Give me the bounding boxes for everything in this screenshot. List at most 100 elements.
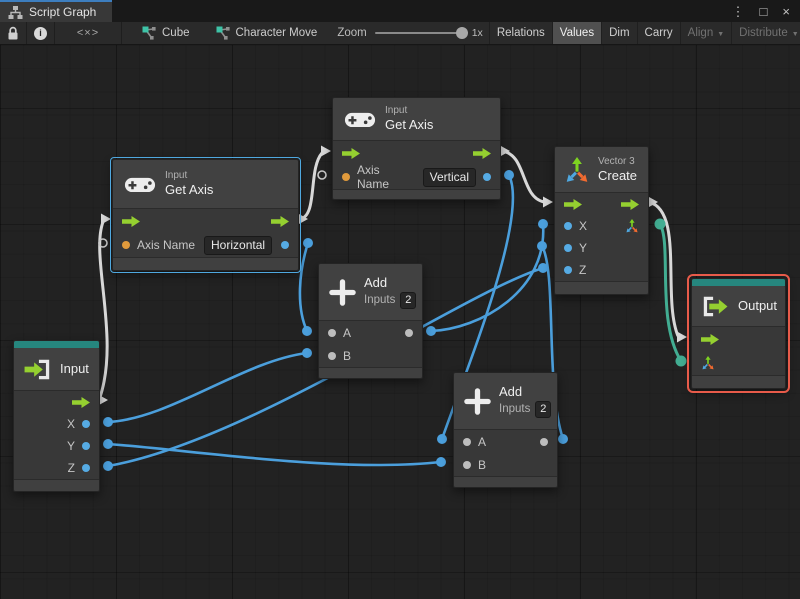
dim-button[interactable]: Dim (601, 22, 636, 44)
port-label: Z (67, 461, 75, 475)
wire-input-x-to-add1-b[interactable] (107, 351, 308, 424)
tab-bar: Script Graph ⋮ □ × (0, 0, 800, 22)
node-category: Input (385, 105, 408, 117)
node-add-first[interactable]: Add Inputs 2 A B (318, 263, 423, 379)
zoom-label: Zoom (337, 27, 367, 39)
vector3-input-port-icon[interactable] (701, 356, 715, 370)
node-title: Get Axis (165, 182, 214, 198)
tab-script-graph[interactable]: Script Graph (0, 0, 113, 22)
graph-canvas[interactable]: Input Get Axis Axis Name Vertical Input … (0, 45, 800, 599)
inputs-label: Inputs (499, 402, 531, 415)
control-out-arrow-icon[interactable] (271, 216, 289, 227)
breadcrumb-cube[interactable]: Cube (142, 26, 190, 40)
inputs-label: Inputs (364, 293, 396, 306)
node-graph-input[interactable]: Input X Y Z (13, 340, 100, 492)
zoom-slider[interactable] (374, 27, 468, 39)
carry-button[interactable]: Carry (636, 22, 680, 44)
wire-control-getaxis-horizontal-to-vertical[interactable] (299, 152, 324, 221)
port-row-a: A (319, 321, 422, 344)
axis-name-field[interactable]: Vertical (422, 167, 476, 187)
node-get-axis-vertical[interactable]: Input Get Axis Axis Name Vertical (332, 97, 501, 200)
graph-ref-icon (216, 26, 230, 40)
control-out-arrow-icon[interactable] (72, 397, 90, 408)
vector-input-row (692, 351, 785, 375)
output-port-y[interactable] (82, 442, 90, 450)
string-input-port[interactable] (342, 173, 350, 181)
plus-icon (329, 279, 356, 306)
control-out-arrow-icon[interactable] (473, 148, 491, 159)
lock-icon (7, 26, 19, 41)
vector3-icon (564, 157, 590, 183)
wire-control-input-to-getaxis-horizontal[interactable] (97, 221, 109, 401)
input-port-y[interactable] (564, 244, 572, 252)
control-in-arrow-icon[interactable] (342, 148, 360, 159)
zoom-slider-handle[interactable] (455, 27, 468, 39)
node-add-second[interactable]: Add Inputs 2 A B (453, 372, 558, 488)
view-toggle-buttons: Relations Values Dim Carry Align ▼ Distr… (488, 22, 800, 44)
control-port-row (14, 391, 99, 413)
input-port-a[interactable] (328, 328, 336, 337)
float-output-port[interactable] (483, 173, 491, 181)
plus-icon (464, 388, 491, 415)
input-port-b[interactable] (463, 460, 471, 469)
value-port-row: Axis Name Vertical (333, 163, 500, 191)
input-port-x[interactable] (564, 222, 572, 230)
relations-button[interactable]: Relations (488, 22, 552, 44)
string-input-port[interactable] (122, 241, 130, 249)
maximize-icon[interactable]: □ (760, 5, 768, 18)
graph-input-icon (23, 358, 52, 381)
graph-output-icon (701, 295, 730, 318)
port-row-b: B (319, 344, 422, 367)
float-output-port[interactable] (281, 241, 289, 249)
graph-hierarchy-icon (8, 6, 23, 19)
output-port-x[interactable] (82, 420, 90, 428)
info-button[interactable]: i (27, 22, 55, 44)
input-port-z[interactable] (564, 266, 572, 274)
control-out-arrow-icon[interactable] (621, 199, 639, 210)
subgraph-header-strip (14, 341, 99, 348)
node-footer (692, 375, 785, 388)
info-icon: i (34, 26, 47, 40)
close-icon[interactable]: × (782, 5, 790, 18)
node-get-axis-horizontal[interactable]: Input Get Axis Axis Name Horizontal (110, 157, 301, 273)
window-controls: ⋮ □ × (732, 0, 800, 22)
wire-horizontal-result-to-add1-a[interactable] (298, 242, 310, 332)
input-port-a[interactable] (463, 437, 471, 446)
align-dropdown[interactable]: Align ▼ (679, 22, 732, 44)
control-in-arrow-icon[interactable] (564, 199, 582, 210)
node-footer (319, 367, 422, 378)
control-in-arrow-icon[interactable] (122, 216, 140, 227)
gamepad-icon (124, 175, 156, 194)
node-graph-output[interactable]: Output (687, 274, 790, 393)
param-label: Axis Name (137, 238, 196, 252)
port-row-a: A (454, 430, 557, 453)
inputs-count-field[interactable]: 2 (400, 291, 417, 309)
values-button[interactable]: Values (551, 22, 602, 44)
distribute-dropdown[interactable]: Distribute ▼ (731, 22, 800, 44)
port-label: B (478, 457, 487, 472)
output-port-z[interactable] (82, 464, 90, 472)
port-label: Z (579, 263, 587, 277)
gamepad-icon (344, 110, 376, 129)
control-port-row (333, 141, 500, 165)
kebab-menu-icon[interactable]: ⋮ (732, 5, 745, 18)
inputs-count-field[interactable]: 2 (535, 400, 552, 418)
node-vector3-create[interactable]: Vector 3 Create X Y Z (554, 146, 649, 295)
sum-output-port[interactable] (540, 437, 548, 446)
port-label: X (579, 219, 588, 233)
input-port-b[interactable] (328, 351, 336, 360)
axis-name-field[interactable]: Horizontal (204, 235, 273, 255)
breadcrumb-character-move[interactable]: Character Move (216, 26, 317, 40)
zoom-value: 1x (471, 27, 483, 39)
port-label: Y (579, 241, 588, 255)
code-icon: <×> (76, 27, 100, 39)
lock-button[interactable] (0, 22, 27, 44)
control-in-arrow-icon[interactable] (701, 334, 719, 345)
vector3-output-port-icon[interactable] (625, 219, 639, 233)
subgraph-header-strip (692, 279, 785, 286)
node-footer (113, 257, 298, 270)
wire-add1-sum-to-vector3-x[interactable] (430, 223, 545, 333)
sum-output-port[interactable] (405, 328, 413, 337)
code-view-button[interactable]: <×> (55, 22, 122, 44)
node-title: Input (60, 360, 89, 376)
